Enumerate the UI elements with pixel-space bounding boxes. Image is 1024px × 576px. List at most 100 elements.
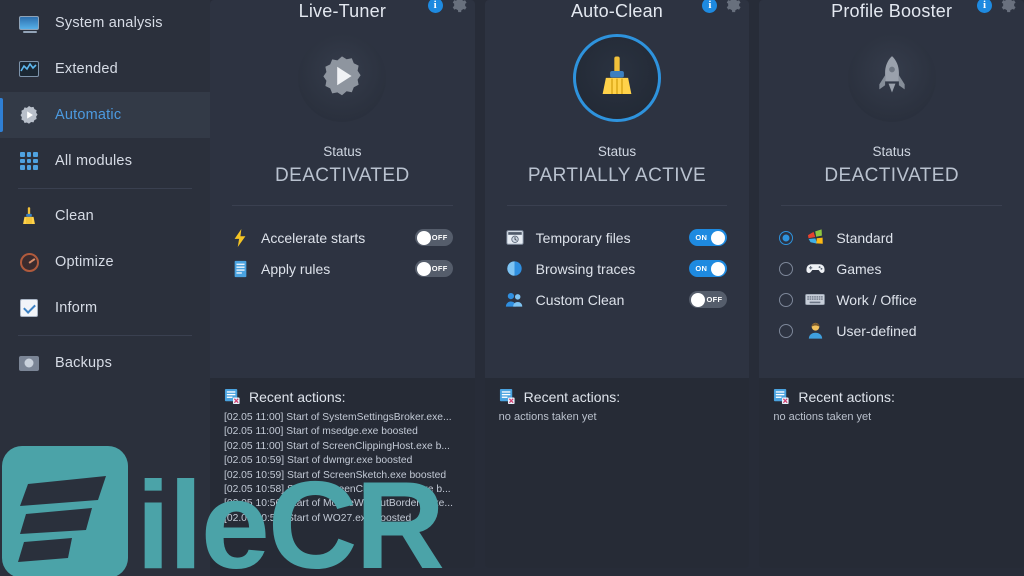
radio-row-standard[interactable]: Standard (779, 222, 1008, 253)
keyboard-icon (805, 291, 826, 309)
broom-icon (18, 205, 40, 227)
sidebar-item-automatic[interactable]: Automatic (0, 92, 210, 138)
toggle-temporary-files[interactable]: ON (689, 229, 728, 246)
monitor-icon (18, 12, 40, 34)
sidebar-divider (18, 335, 192, 336)
option-label: Accelerate starts (261, 229, 366, 246)
gauge-icon (18, 251, 40, 273)
status-block: Status PARTIALLY ACTIVE (485, 22, 750, 187)
custom-clean-icon (505, 291, 525, 309)
option-label: Browsing traces (535, 260, 636, 277)
sidebar-item-optimize[interactable]: Optimize (0, 239, 210, 285)
radio-label: Games (836, 260, 882, 277)
sidebar-item-label: Backups (55, 355, 113, 371)
broom-icon (594, 53, 640, 104)
radio-row-user-defined[interactable]: User-defined (779, 315, 1008, 346)
card-header-icons: i (977, 0, 1016, 13)
status-circle[interactable] (847, 34, 936, 122)
sidebar-item-label: Clean (55, 208, 94, 224)
status-block: Status DEACTIVATED (759, 22, 1024, 187)
radio-label: Work / Office (836, 291, 917, 308)
toggle-apply-rules[interactable]: OFF (414, 260, 453, 277)
status-label: Status (597, 144, 637, 159)
sidebar-item-all-modules[interactable]: All modules (0, 138, 210, 184)
log-line: [02.05 10:56] Start of MouseWithoutBorde… (224, 498, 453, 510)
card-profile-booster: Profile Booster i Status DEACTIVATED Sta… (759, 0, 1024, 568)
toggle-state-label: OFF (706, 295, 723, 304)
radio-button[interactable] (779, 230, 794, 245)
radio-button[interactable] (779, 323, 794, 338)
card-auto-clean: Auto-Clean i Status PARTIALLY ACTIVE Tem… (484, 0, 750, 568)
radio-row-work-office[interactable]: Work / Office (779, 284, 1008, 315)
option-row[interactable]: Browsing traces ON (505, 253, 734, 284)
card-header: Profile Booster i (759, 0, 1024, 22)
status-circle[interactable] (298, 34, 387, 122)
log-icon (773, 388, 790, 405)
option-row[interactable]: Apply rules OFF (230, 253, 459, 284)
recent-actions-panel: Recent actions: no actions taken yet (484, 378, 750, 568)
status-circle[interactable] (573, 34, 661, 122)
radio-label: Standard (836, 229, 894, 246)
toggle-state-label: OFF (431, 233, 448, 242)
sidebar-item-system-analysis[interactable]: System analysis (0, 0, 210, 46)
card-header-icons: i (702, 0, 741, 13)
toggle-accelerate-starts[interactable]: OFF (414, 229, 453, 246)
card-header-icons: i (427, 0, 467, 13)
log-line: [02.05 10:59] Start of ScreenSketch.exe … (224, 469, 447, 481)
radio-button[interactable] (779, 292, 794, 307)
option-label: Temporary files (535, 229, 631, 246)
option-row[interactable]: Temporary files ON (505, 222, 734, 253)
card-header: Auto-Clean i (485, 0, 750, 22)
info-icon[interactable]: i (977, 0, 993, 13)
sidebar-item-inform[interactable]: Inform (0, 285, 210, 331)
option-label: Custom Clean (535, 291, 625, 308)
option-row[interactable]: Custom Clean OFF (505, 284, 734, 315)
log-line: [02.05 10:58] Start of ScreenClippingHos… (224, 484, 451, 496)
temp-files-icon (505, 229, 525, 247)
option-label: Apply rules (261, 260, 331, 277)
sidebar-item-label: Inform (55, 300, 98, 316)
status-value: DEACTIVATED (824, 165, 959, 186)
sidebar-item-label: All modules (55, 153, 133, 169)
toggle-state-label: ON (695, 233, 708, 242)
sidebar-divider (18, 188, 192, 189)
option-row[interactable]: Accelerate starts OFF (230, 222, 459, 253)
document-rules-icon (230, 260, 250, 278)
sidebar-item-label: System analysis (55, 15, 163, 31)
rocket-icon (869, 53, 915, 104)
browsing-traces-icon (505, 260, 525, 278)
sidebar-item-backups[interactable]: Backups (0, 340, 210, 386)
log-icon (224, 388, 241, 405)
info-icon[interactable]: i (702, 0, 718, 13)
backup-icon (18, 352, 40, 374)
status-label: Status (323, 144, 362, 159)
windows-icon (805, 229, 825, 247)
lightning-icon (230, 228, 250, 247)
radio-label: User-defined (836, 322, 917, 339)
recent-actions-title: Recent actions: (523, 388, 621, 405)
grid-icon (18, 150, 40, 172)
info-icon[interactable]: i (427, 0, 443, 13)
recent-actions-list: [02.05 11:00] Start of SystemSettingsBro… (224, 411, 461, 526)
toggle-state-label: ON (695, 264, 708, 273)
gamepad-icon (805, 260, 825, 278)
radio-row-games[interactable]: Games (779, 253, 1008, 284)
gear-icon[interactable] (451, 0, 467, 13)
status-label: Status (872, 144, 911, 159)
user-icon (805, 322, 825, 340)
gear-icon[interactable] (725, 0, 741, 13)
card-header: Live-Tuner i (210, 0, 475, 22)
sidebar-item-extended[interactable]: Extended (0, 46, 210, 92)
gear-icon[interactable] (1000, 0, 1016, 13)
chart-icon (18, 58, 40, 80)
toggle-state-label: OFF (431, 264, 448, 273)
status-value: DEACTIVATED (275, 165, 410, 186)
sidebar-item-clean[interactable]: Clean (0, 193, 210, 239)
sidebar-item-label: Automatic (55, 107, 122, 123)
toggle-custom-clean[interactable]: OFF (689, 291, 728, 308)
play-gear-icon (318, 52, 366, 105)
profile-radio-group: Standard Games Work / Office User-define… (759, 206, 1024, 378)
radio-button[interactable] (779, 261, 794, 276)
cards-area: Live-Tuner i Status DEACTIVATED Accelera… (210, 0, 1024, 576)
toggle-browsing-traces[interactable]: ON (689, 260, 728, 277)
